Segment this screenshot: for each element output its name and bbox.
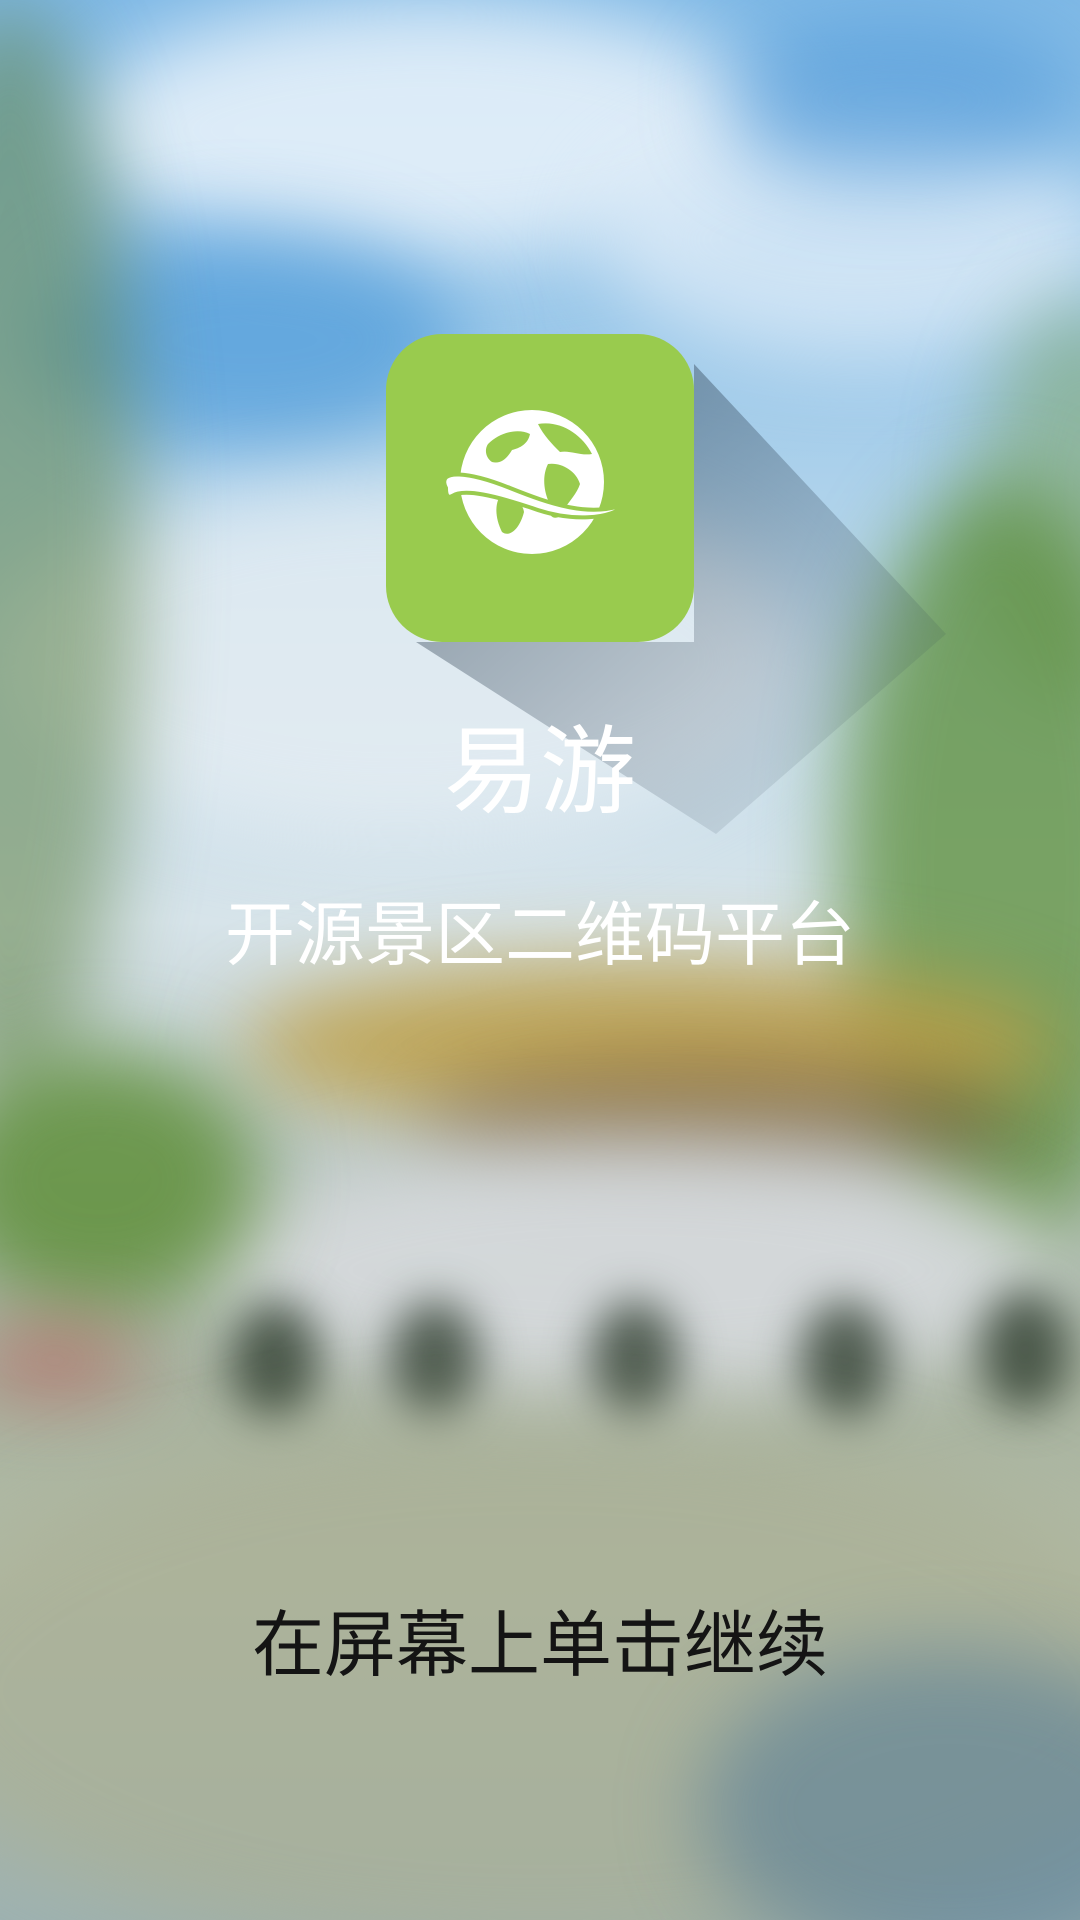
globe-with-orbit-icon xyxy=(442,410,628,554)
tap-to-continue-hint[interactable]: 在屏幕上单击继续 xyxy=(0,1600,1080,1690)
app-name-title: 易游 xyxy=(444,716,636,828)
app-logo xyxy=(386,334,694,642)
splash-screen[interactable]: 易游 开源景区二维码平台 在屏幕上单击继续 xyxy=(0,0,1080,1920)
app-subtitle: 开源景区二维码平台 xyxy=(225,894,855,976)
